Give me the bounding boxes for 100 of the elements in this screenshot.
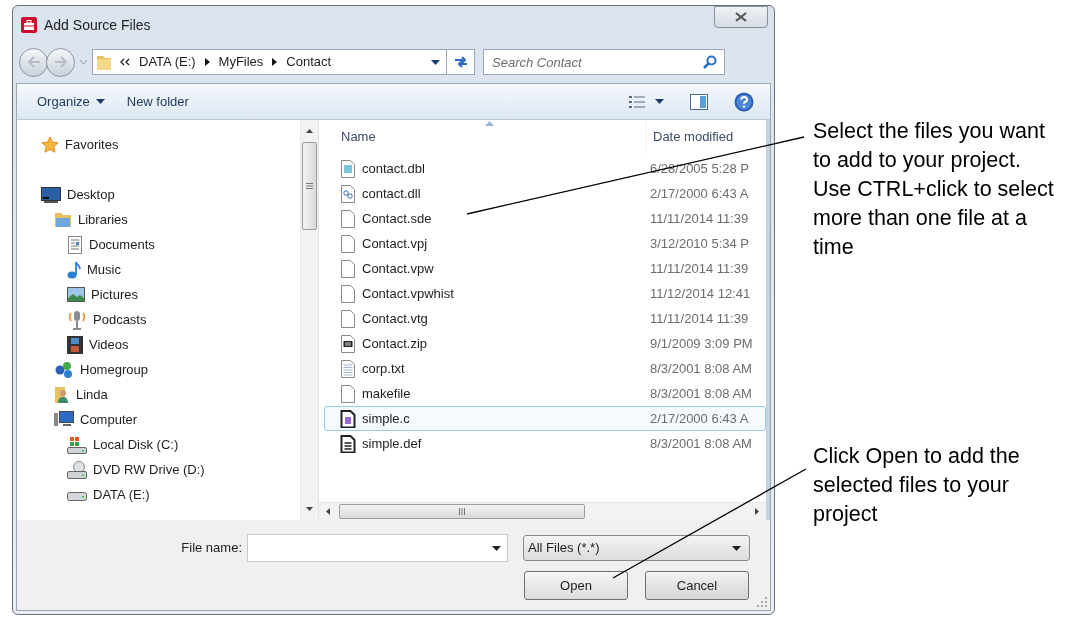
- dropdown-caret-icon: [732, 545, 741, 551]
- help-button[interactable]: [732, 91, 756, 112]
- file-row[interactable]: corp.txt 8/3/2001 8:08 AM: [324, 356, 766, 381]
- breadcrumb[interactable]: DATA (E:): [139, 52, 196, 72]
- toolbar-button[interactable]: Organize: [31, 88, 111, 115]
- scrollbar-thumb[interactable]: [302, 142, 317, 230]
- monitor-icon: [41, 186, 61, 203]
- tree-item[interactable]: Videos: [67, 332, 133, 357]
- details-view-icon: [629, 94, 645, 109]
- scroll-down-arrow-icon: [306, 507, 313, 511]
- music-note-icon: [67, 260, 81, 279]
- file-row[interactable]: contact.dll 2/17/2000 6:43 A: [324, 181, 766, 206]
- dropdown-caret-icon[interactable]: [431, 59, 440, 65]
- file-name: contact.dbl: [362, 159, 425, 178]
- column-header[interactable]: Date modified: [647, 120, 766, 154]
- file-row[interactable]: Contact.vpj 3/12/2010 5:34 P: [324, 231, 766, 256]
- date-modified: 3/12/2010 5:34 P: [649, 234, 750, 253]
- dialog-button[interactable]: Cancel: [645, 571, 749, 600]
- blank-file-icon: [340, 384, 356, 403]
- file-name: corp.txt: [362, 359, 405, 378]
- history-caret-icon: [79, 59, 88, 65]
- tree-item[interactable]: Pictures: [67, 282, 142, 307]
- tree-item[interactable]: Computer: [54, 407, 142, 432]
- breadcrumb[interactable]: Contact: [286, 52, 332, 72]
- grip-icon: [459, 508, 465, 515]
- file-name: Contact.zip: [362, 334, 428, 353]
- file-row[interactable]: simple.c 2/17/2000 6:43 A: [324, 406, 766, 431]
- toolbar-button[interactable]: New folder: [120, 88, 195, 115]
- date-modified: 8/3/2001 8:08 AM: [649, 434, 752, 453]
- tree-item[interactable]: DATA (E:): [67, 482, 154, 507]
- caret-icon: [655, 99, 664, 104]
- gears-file-icon: [340, 184, 356, 203]
- chevron-right-icon[interactable]: [204, 58, 210, 66]
- file-name-field[interactable]: [247, 534, 508, 562]
- address-bar[interactable]: DATA (E:) MyFiles Contact: [92, 49, 475, 75]
- tree-item[interactable]: Documents: [67, 232, 159, 257]
- tree-item[interactable]: DVD RW Drive (D:): [67, 457, 209, 482]
- file-name: contact.dll: [362, 184, 421, 203]
- date-modified: 11/11/2014 11:39: [649, 309, 749, 328]
- film-strip-icon: [67, 335, 83, 354]
- file-row[interactable]: Contact.vtg 11/11/2014 11:39: [324, 306, 766, 331]
- window-title: Add Source Files: [44, 15, 151, 35]
- landscape-picture-icon: [67, 287, 85, 302]
- file-name: simple.def: [362, 434, 422, 453]
- blank-file-icon: [340, 284, 356, 303]
- file-type-dropdown[interactable]: All Files (*.*): [523, 535, 750, 561]
- document-icon: [67, 235, 83, 254]
- date-modified: 11/12/2014 12:41: [649, 284, 751, 303]
- tree-item[interactable]: Podcasts: [67, 307, 151, 332]
- tree-item[interactable]: Music: [67, 257, 125, 282]
- date-modified: 9/1/2009 3:09 PM: [649, 334, 753, 353]
- callout-text: Click Open to add the selected files to your project: [813, 443, 1021, 528]
- file-row[interactable]: simple.def 8/3/2001 8:08 AM: [324, 431, 766, 456]
- tree-item[interactable]: Local Disk (C:): [67, 432, 183, 457]
- scroll-right-arrow-icon: [755, 508, 759, 515]
- tree-item[interactable]: Homegroup: [54, 357, 152, 382]
- file-name: Contact.vtg: [362, 309, 428, 328]
- breadcrumb[interactable]: MyFiles: [218, 52, 264, 72]
- file-row[interactable]: Contact.vpw 11/11/2014 11:39: [324, 256, 766, 281]
- file-name: Contact.vpj: [362, 234, 428, 253]
- archive-file-icon: [340, 334, 356, 353]
- vertical-scrollbar[interactable]: [300, 120, 318, 520]
- help-icon: [734, 91, 754, 112]
- dialog-button[interactable]: Open: [524, 571, 628, 600]
- file-name: simple.c: [362, 409, 410, 428]
- chevron-right-icon[interactable]: [272, 58, 278, 66]
- tree-item[interactable]: Favorites: [41, 132, 123, 157]
- file-name: Contact.sde: [362, 209, 432, 228]
- horizontal-scrollbar[interactable]: [319, 502, 766, 520]
- tree-item[interactable]: Linda: [54, 382, 112, 407]
- scrollbar-thumb[interactable]: [339, 504, 585, 519]
- search-icon: [703, 55, 717, 69]
- date-modified: 2/17/2000 6:43 A: [649, 409, 749, 428]
- star-icon: [41, 135, 59, 154]
- user-folder-icon: [54, 385, 70, 404]
- toolbox-icon: [21, 17, 37, 33]
- file-name: makefile: [362, 384, 411, 403]
- close-button[interactable]: [714, 6, 768, 28]
- file-row[interactable]: Contact.zip 9/1/2009 3:09 PM: [324, 331, 766, 356]
- file-row[interactable]: Contact.sde 11/11/2014 11:39: [324, 206, 766, 231]
- double-chevron-icon: [120, 58, 130, 66]
- file-name: Contact.vpw: [362, 259, 434, 278]
- preview-pane-icon: [690, 93, 708, 110]
- microphone-icon: [67, 309, 87, 330]
- lined-file-icon: [340, 434, 356, 453]
- file-row[interactable]: Contact.vpwhist 11/12/2014 12:41: [324, 281, 766, 306]
- resize-grip-icon: [757, 597, 767, 607]
- dropdown-caret-icon[interactable]: [492, 546, 501, 551]
- file-name-label: File name:: [180, 539, 242, 558]
- file-row[interactable]: makefile 8/3/2001 8:08 AM: [324, 381, 766, 406]
- callout-text: Select the files you want to add to your project. Use CTRL+click to select more than one file at a time: [813, 118, 1055, 261]
- date-modified: 11/11/2014 11:39: [649, 259, 749, 278]
- tree-item[interactable]: Desktop: [41, 182, 119, 207]
- file-name: Contact.vpwhist: [362, 284, 454, 303]
- caret-icon: [95, 99, 105, 104]
- blank-file-icon: [340, 259, 356, 278]
- tree-item[interactable]: Libraries: [54, 207, 132, 232]
- sort-arrow-icon: [485, 121, 494, 126]
- search-field[interactable]: Search Contact: [483, 49, 725, 75]
- back-arrow-icon: [26, 56, 41, 68]
